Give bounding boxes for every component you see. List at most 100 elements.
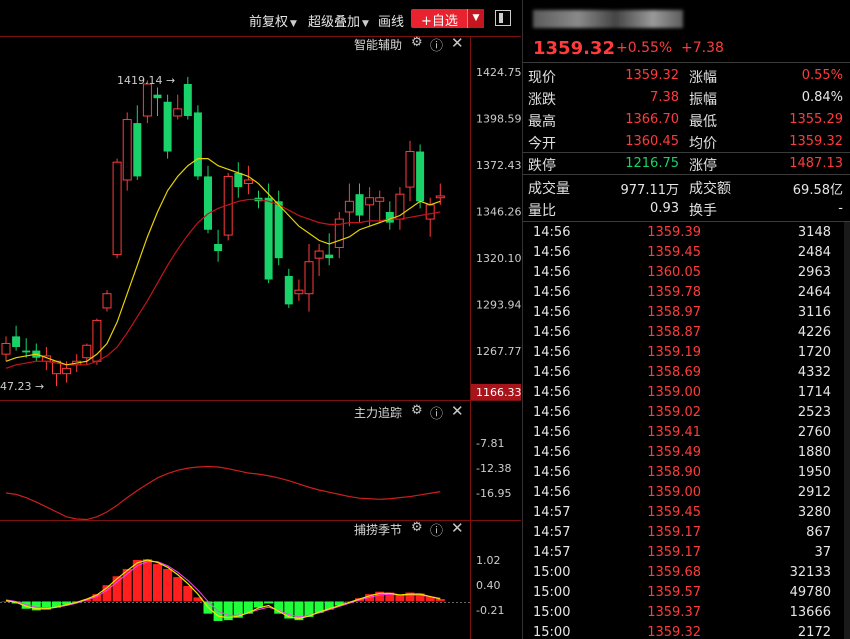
tick-list-scrollbar[interactable] [844, 222, 850, 639]
help-icon[interactable]: ⓘ [430, 403, 443, 422]
candle [1, 336, 11, 362]
season-bar-up [435, 599, 445, 602]
close-icon[interactable]: ✕ [451, 402, 464, 420]
tick-volume: 2484 [797, 245, 831, 260]
tick-time: 14:56 [533, 285, 571, 300]
tick-price: 1358.90 [647, 465, 701, 480]
candle [102, 290, 112, 312]
candle [163, 94, 172, 159]
low-annotation: 47.23 [0, 380, 32, 393]
season-axis-label: -0.21 [476, 604, 504, 617]
price-axis-label: 1293.94 [476, 298, 521, 311]
close-icon[interactable]: ✕ [451, 34, 464, 52]
stat-value: 1359.32 [625, 68, 679, 83]
draw-line-button[interactable]: 画线 [378, 11, 404, 30]
toggle-panel-icon[interactable] [495, 10, 511, 26]
tick-price: 1359.57 [647, 585, 701, 600]
tick-row: 14:56 1359.45 2484 [523, 243, 843, 263]
tick-price: 1358.69 [647, 365, 701, 380]
stat-value: - [838, 201, 843, 216]
stat-label: 现价 [528, 70, 556, 86]
tick-volume: 2172 [797, 625, 831, 639]
adjust-dropdown[interactable]: 前复权 ▼ [249, 11, 297, 30]
help-icon[interactable]: ⓘ [430, 520, 443, 539]
trace-axis-label: -12.38 [476, 462, 511, 475]
candle-body-down [325, 254, 334, 259]
candle [204, 165, 212, 234]
tick-row: 14:56 1359.19 1720 [523, 343, 843, 363]
season-line-b [5, 561, 441, 618]
tick-time: 14:56 [533, 405, 571, 420]
tick-row: 14:56 1359.78 2464 [523, 283, 843, 303]
candle-body-up [122, 119, 132, 181]
stat-value: 1216.75 [625, 156, 679, 171]
quote-row: 最高 1366.70 最低 1355.29 [523, 109, 850, 131]
candle-body-up [243, 179, 253, 185]
candle [243, 165, 253, 195]
candle [355, 183, 364, 223]
candle [344, 183, 354, 227]
candle [405, 140, 415, 202]
stat-value: 1366.70 [625, 112, 679, 127]
quote-row: 现价 1359.32 涨幅 0.55% [523, 65, 850, 87]
trace-line [5, 465, 441, 521]
gear-icon[interactable]: ⚙ [411, 520, 423, 535]
ma-short-line [5, 158, 441, 366]
quote-panel: 1359.32 +0.55% +7.38 现价 1359.32 涨幅 0.55% 涨跌 7… [522, 0, 850, 639]
candle-body-up [1, 342, 11, 355]
trace-layer [5, 465, 441, 521]
add-favorite-button[interactable]: +自选 ▼ [411, 9, 484, 29]
favorite-dropdown-icon[interactable]: ▼ [467, 9, 484, 28]
kline-chart-area[interactable]: 1424.75 1398.59 1372.43 1346.26 1320.10 1293.… [0, 34, 521, 639]
price-axis-label: 1346.26 [476, 206, 521, 219]
tick-price: 1359.49 [647, 445, 701, 460]
tick-price: 1359.37 [647, 605, 701, 620]
tick-row: 15:00 1359.37 13666 [523, 603, 843, 623]
tick-volume: 1950 [797, 465, 831, 480]
stat-value: 1360.45 [625, 134, 679, 149]
tick-row: 14:56 1359.00 2912 [523, 483, 843, 503]
tick-volume: 2912 [797, 485, 831, 500]
main-pane-title: 智能辅助 [353, 38, 402, 52]
stat-value: 1355.29 [789, 112, 843, 127]
divider [523, 62, 850, 63]
stat-label: 涨停 [689, 158, 717, 174]
candle [284, 268, 293, 308]
candle-body-down [133, 123, 142, 177]
help-icon[interactable]: ⓘ [430, 35, 443, 54]
candle [22, 338, 31, 358]
gear-icon[interactable]: ⚙ [411, 403, 423, 418]
stat-label: 成交额 [689, 181, 731, 197]
stat-value: 0.55% [801, 68, 843, 83]
stat-label: 最高 [528, 114, 556, 130]
candle-body-down [416, 151, 425, 202]
candle [12, 325, 21, 351]
tick-row: 15:00 1359.68 32133 [523, 563, 843, 583]
tick-row: 14:56 1358.87 4226 [523, 323, 843, 343]
gear-icon[interactable]: ⚙ [411, 35, 423, 50]
candle-body-down [153, 94, 162, 99]
tick-row: 14:56 1359.39 3148 [523, 223, 843, 243]
stock-name-blurred [533, 10, 683, 28]
candle-body-up [173, 108, 183, 117]
candle [294, 279, 304, 301]
tick-volume: 2760 [797, 425, 831, 440]
stat-value: 7.38 [650, 90, 679, 105]
tick-volume: 3116 [797, 305, 831, 320]
divider [523, 221, 850, 222]
overlay-dropdown[interactable]: 超级叠加 ▼ [308, 11, 369, 30]
candle-body-down [234, 172, 243, 188]
tick-time: 14:56 [533, 225, 571, 240]
season-bar-up [163, 568, 173, 602]
stat-value: 0.84% [801, 90, 843, 105]
candle [183, 76, 192, 120]
tick-time: 14:57 [533, 525, 571, 540]
close-icon[interactable]: ✕ [451, 519, 464, 537]
kline-chart[interactable]: 1424.75 1398.59 1372.43 1346.26 1320.10 1293.… [0, 36, 521, 639]
tick-time: 14:56 [533, 445, 571, 460]
stat-value: 69.58亿 [792, 183, 843, 198]
candle-body-up [344, 200, 354, 213]
quote-row: 跌停 1216.75 涨停 1487.13 [523, 153, 850, 175]
season-bar-up [183, 586, 193, 602]
season-bar-up [173, 577, 183, 602]
